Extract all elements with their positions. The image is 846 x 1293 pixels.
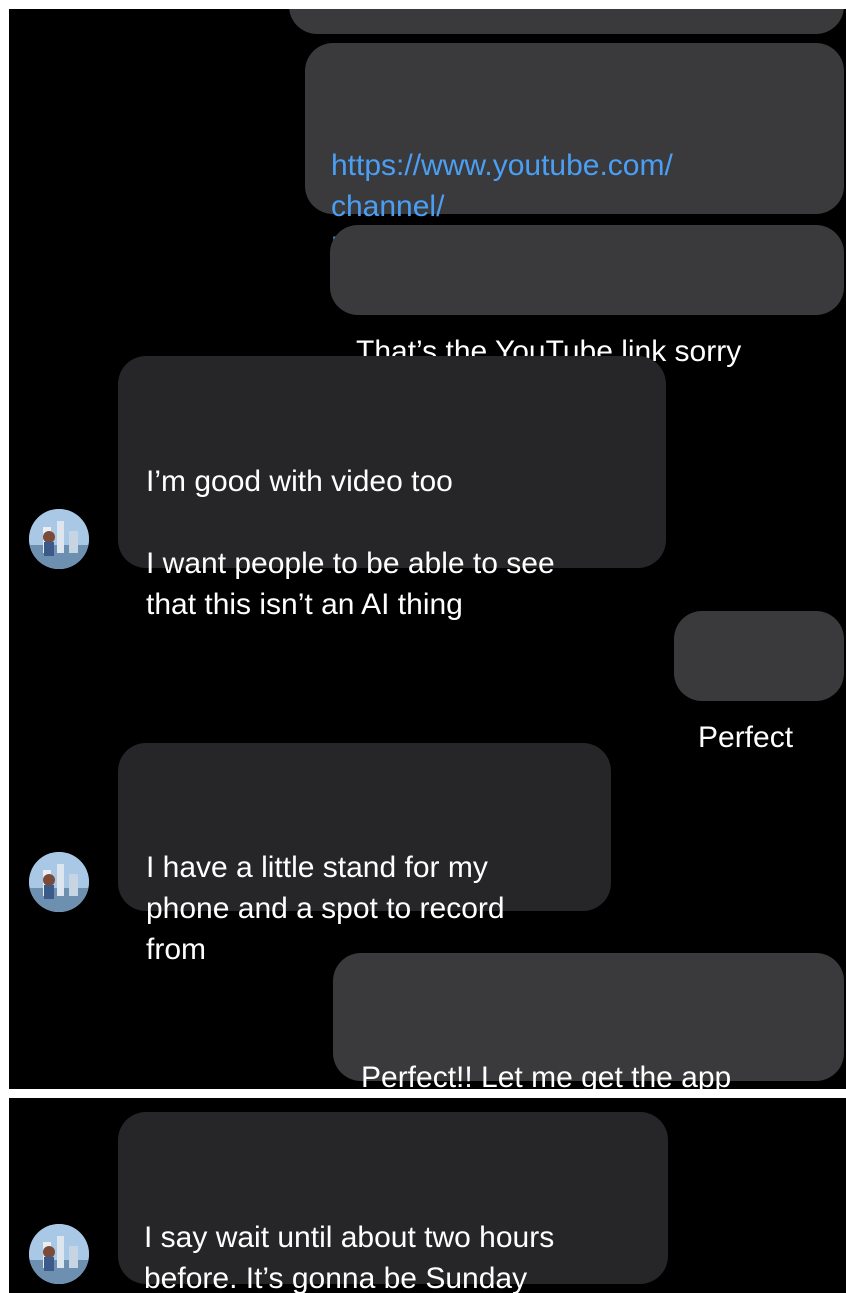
message-text: I’m good with video too I want people to… xyxy=(146,465,555,621)
contact-avatar[interactable] xyxy=(29,1224,89,1284)
message-bubble-outgoing[interactable]: Perfect xyxy=(674,611,844,754)
message-text: Perfect!! Let me get the app link for yo… xyxy=(361,1061,732,1089)
message-bubble-outgoing[interactable]: That’s the YouTube link sorry xyxy=(330,225,844,368)
message-bubble-outgoing[interactable]: Perfect!! Let me get the app link for yo… xyxy=(333,953,844,1089)
contact-avatar[interactable] xyxy=(29,852,89,912)
contact-avatar[interactable] xyxy=(29,509,89,569)
message-text: Perfect xyxy=(698,721,794,754)
avatar-photo-icon xyxy=(29,852,89,912)
chat-thread-top: https://www.youtube.com/ channel/ UCYlP1… xyxy=(9,9,846,1089)
message-text: I say wait until about two hours before.… xyxy=(144,1221,555,1293)
message-bubble-incoming[interactable]: I’m good with video too I want people to… xyxy=(118,356,666,621)
message-bubble-incoming[interactable]: I say wait until about two hours before.… xyxy=(118,1112,668,1293)
avatar-photo-icon xyxy=(29,509,89,569)
message-bubble-outgoing[interactable]: https://www.youtube.com/ channel/ UCYlP1… xyxy=(305,43,844,264)
message-bubble-incoming[interactable]: I have a little stand for my phone and a… xyxy=(118,743,611,966)
avatar-photo-icon xyxy=(29,1224,89,1284)
message-text: I have a little stand for my phone and a… xyxy=(146,851,505,966)
chat-thread-bottom: I say wait until about two hours before.… xyxy=(9,1098,846,1293)
message-bubble-truncated xyxy=(289,9,844,34)
